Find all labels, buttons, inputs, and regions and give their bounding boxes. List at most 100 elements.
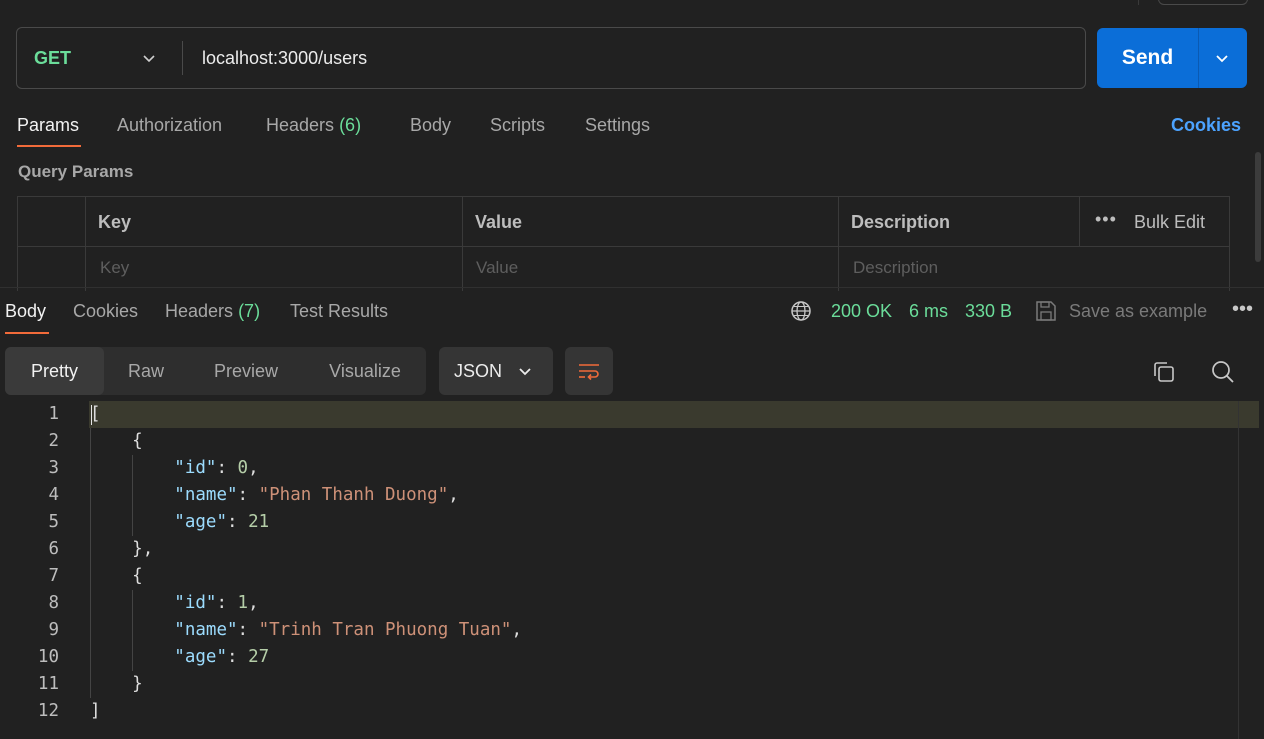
indent-guide xyxy=(90,428,91,698)
line-number: 6 xyxy=(48,539,59,559)
view-preview[interactable]: Preview xyxy=(188,347,304,395)
tab-body[interactable]: Body xyxy=(410,112,451,138)
line-number: 1 xyxy=(48,404,59,424)
format-select[interactable]: JSON xyxy=(439,347,553,395)
code-line[interactable]: 4 "name": "Phan Thanh Duong", xyxy=(0,482,1260,509)
column-header-value: Value xyxy=(475,212,523,232)
tab-scripts[interactable]: Scripts xyxy=(490,112,545,138)
scrollbar[interactable] xyxy=(1255,152,1261,262)
send-button[interactable]: Send xyxy=(1097,28,1247,88)
value-input[interactable]: Value xyxy=(476,256,518,280)
code-line[interactable]: 6 }, xyxy=(0,536,1260,563)
format-label: JSON xyxy=(454,361,503,381)
key-input[interactable]: Key xyxy=(100,256,129,280)
column-divider xyxy=(85,197,86,291)
response-tab-cookies[interactable]: Cookies xyxy=(73,299,138,323)
code-text: "name": "Trinh Tran Phuong Tuan", xyxy=(174,620,523,640)
response-tab-body[interactable]: Body xyxy=(5,299,46,323)
line-number: 5 xyxy=(48,512,59,532)
line-number: 7 xyxy=(48,566,59,586)
top-button-edge[interactable] xyxy=(1158,0,1248,5)
column-divider xyxy=(1079,197,1080,246)
line-number: 9 xyxy=(48,620,59,640)
table-row-divider xyxy=(18,246,1229,247)
more-icon[interactable]: ••• xyxy=(1095,209,1117,235)
view-pretty[interactable]: Pretty xyxy=(5,347,104,395)
wrap-lines-icon xyxy=(579,364,599,381)
line-number: 2 xyxy=(48,431,59,451)
chevron-down-icon[interactable] xyxy=(141,50,157,66)
line-number: 8 xyxy=(48,593,59,613)
current-line-highlight xyxy=(89,401,1259,428)
chevron-down-icon[interactable] xyxy=(1214,50,1230,66)
code-line[interactable]: 7 { xyxy=(0,563,1260,590)
indent-guide xyxy=(132,590,133,671)
line-number: 12 xyxy=(37,701,59,721)
line-number: 4 xyxy=(48,485,59,505)
code-line[interactable]: 9 "name": "Trinh Tran Phuong Tuan", xyxy=(0,617,1260,644)
code-text: { xyxy=(132,566,143,586)
wrap-lines-button[interactable] xyxy=(565,347,613,395)
response-body-editor[interactable]: 1[2 {3 "id": 0, 4 "name": "Phan Thanh Duo… xyxy=(0,401,1264,739)
column-header-description: Description xyxy=(851,212,951,232)
tab-settings[interactable]: Settings xyxy=(585,112,650,138)
search-icon[interactable] xyxy=(1209,358,1237,386)
code-text: }, xyxy=(132,539,154,559)
save-icon[interactable] xyxy=(1035,299,1057,323)
response-headers-label: Headers xyxy=(165,301,234,321)
view-raw[interactable]: Raw xyxy=(104,347,188,395)
tab-headers[interactable]: Headers (6) xyxy=(266,112,361,138)
send-label[interactable]: Send xyxy=(1097,28,1198,88)
code-line[interactable]: 8 "id": 1, xyxy=(0,590,1260,617)
tab-headers-label: Headers xyxy=(266,115,335,135)
view-visualize[interactable]: Visualize xyxy=(304,347,426,395)
code-line[interactable]: 10 "age": 27 xyxy=(0,644,1260,671)
editor-scrollbar-track[interactable] xyxy=(1238,401,1239,739)
code-line[interactable]: 3 "id": 0, xyxy=(0,455,1260,482)
code-text: } xyxy=(132,674,143,694)
code-text: "age": 21 xyxy=(174,512,270,532)
response-tab-test-results[interactable]: Test Results xyxy=(290,299,388,323)
url-bar: GET localhost:3000/users xyxy=(16,27,1086,89)
code-text: { xyxy=(132,431,143,451)
line-number: 11 xyxy=(37,674,59,694)
tab-params[interactable]: Params xyxy=(17,112,79,138)
headers-count: (6) xyxy=(339,115,362,135)
column-divider xyxy=(838,197,839,291)
active-tab-indicator xyxy=(5,332,49,334)
active-tab-indicator xyxy=(17,145,81,147)
send-divider xyxy=(1198,28,1199,88)
indent-guide xyxy=(132,455,133,536)
tab-authorization[interactable]: Authorization xyxy=(117,112,222,138)
response-tab-headers[interactable]: Headers (7) xyxy=(165,299,260,323)
response-divider xyxy=(0,287,1264,288)
code-text: ] xyxy=(90,701,101,721)
line-number: 3 xyxy=(48,458,59,478)
status-code[interactable]: 200 OK xyxy=(831,299,892,323)
save-as-example-button[interactable]: Save as example xyxy=(1069,299,1207,323)
code-text: "age": 27 xyxy=(174,647,270,667)
method-select[interactable]: GET xyxy=(34,28,71,88)
response-size[interactable]: 330 B xyxy=(965,299,1012,323)
params-table: Key Value Description ••• Bulk Edit Key … xyxy=(17,196,1230,291)
toolbar-divider xyxy=(1138,0,1139,5)
code-line[interactable]: 5 "age": 21 xyxy=(0,509,1260,536)
bulk-edit-button[interactable]: Bulk Edit xyxy=(1134,209,1205,235)
code-text: "id": 0, xyxy=(174,458,259,478)
column-divider xyxy=(462,197,463,291)
code-text: "id": 1, xyxy=(174,593,259,613)
code-line[interactable]: 2 { xyxy=(0,428,1260,455)
more-icon[interactable]: ••• xyxy=(1232,299,1253,323)
view-mode-group: Pretty Raw Preview Visualize xyxy=(5,347,426,395)
code-line[interactable]: 11 } xyxy=(0,671,1260,698)
description-input[interactable]: Description xyxy=(853,256,938,280)
url-input[interactable]: localhost:3000/users xyxy=(202,28,367,88)
response-time[interactable]: 6 ms xyxy=(909,299,948,323)
code-text: "name": "Phan Thanh Duong", xyxy=(174,485,459,505)
cookies-link[interactable]: Cookies xyxy=(1171,112,1241,138)
chevron-down-icon xyxy=(519,368,531,376)
code-line[interactable]: 12] xyxy=(0,698,1260,725)
globe-icon[interactable] xyxy=(790,300,812,322)
code-line[interactable]: 1[ xyxy=(0,401,1260,428)
copy-icon[interactable] xyxy=(1150,358,1178,386)
